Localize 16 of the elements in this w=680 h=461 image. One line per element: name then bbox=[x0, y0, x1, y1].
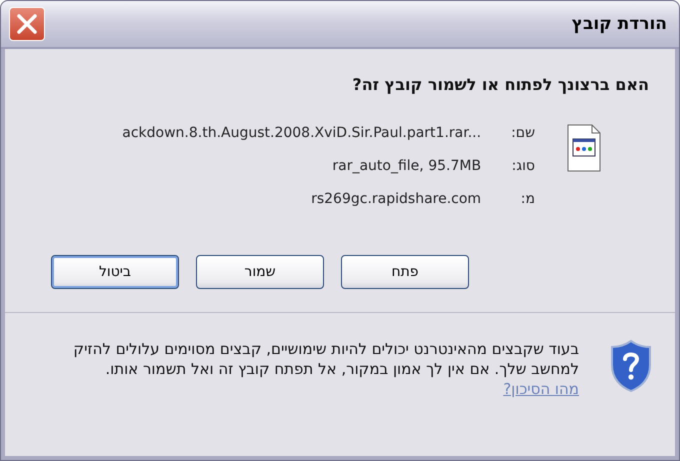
question-text: האם ברצונך לפתוח או לשמור קובץ זה? bbox=[351, 75, 649, 94]
field-label: סוג: bbox=[511, 157, 535, 176]
warning-text: בעוד שקבצים מהאינטרנט יכולים להיות שימושיים, קבצים מסוימים עלולים להזיק למחשב שלך. אם אין לך אמון במקור, אל תפתח קובץ זה ואל תשמור אותו. מהו הסיכון? bbox=[72, 339, 579, 399]
close-icon bbox=[15, 12, 39, 36]
dialog-button[interactable]: פתח bbox=[341, 255, 469, 289]
dialog-button[interactable]: שמור bbox=[196, 255, 324, 289]
field-value: rar_auto_file, 95.7MB bbox=[331, 157, 482, 176]
dialog-button[interactable]: ביטול bbox=[51, 255, 179, 289]
file-icon bbox=[567, 124, 601, 172]
close-button[interactable] bbox=[9, 7, 45, 41]
field-label: מ: bbox=[520, 190, 535, 209]
field-value: ackdown.8.th.August.2008.XviD.Sir.Paul.part1.rar... bbox=[122, 124, 482, 143]
security-shield-icon bbox=[609, 339, 653, 393]
window-title: הורדת קובץ bbox=[572, 14, 667, 34]
field-value: rs269gc.rapidshare.com bbox=[310, 190, 482, 209]
field-label: שם: bbox=[511, 124, 535, 143]
